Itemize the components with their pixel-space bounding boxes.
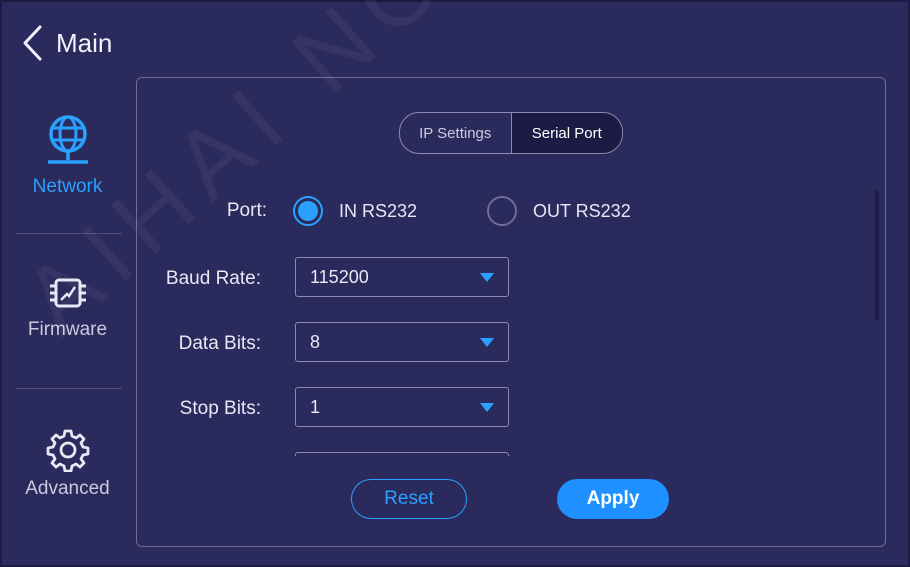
port-label: Port:	[226, 200, 267, 221]
sidebar-item-label: Network	[32, 176, 103, 197]
sidebar-item-network[interactable]: Network	[0, 114, 135, 198]
stop-bits-value: 1	[310, 396, 321, 417]
caret-down-icon	[480, 272, 494, 282]
tab-bar: IP Settings Serial Port	[399, 112, 623, 154]
gear-icon	[46, 429, 89, 472]
radio-in-rs232[interactable]: IN RS232	[293, 196, 417, 226]
sidebar-item-advanced[interactable]: Advanced	[0, 428, 135, 500]
tab-serial-port[interactable]: Serial Port	[510, 113, 622, 153]
sidebar-item-firmware[interactable]: Firmware	[0, 273, 135, 341]
sidebar-divider	[16, 388, 122, 389]
scrollbar[interactable]	[875, 190, 879, 320]
baud-rate-label: Baud Rate:	[165, 268, 261, 289]
stop-bits-select[interactable]: 1	[295, 387, 509, 427]
radio-label: IN RS232	[339, 200, 418, 221]
caret-down-icon	[480, 402, 494, 412]
radio-label: OUT RS232	[533, 200, 631, 221]
sidebar-item-label: Advanced	[25, 478, 110, 499]
baud-rate-value: 115200	[310, 266, 369, 287]
baud-rate-select[interactable]: 115200	[295, 257, 509, 297]
radio-circle	[293, 196, 323, 226]
tab-ip-settings[interactable]: IP Settings	[400, 113, 511, 153]
radio-out-rs232[interactable]: OUT RS232	[487, 196, 631, 226]
apply-button[interactable]: Apply	[557, 479, 669, 519]
next-field-select-partial[interactable]	[295, 452, 509, 456]
data-bits-value: 8	[310, 331, 321, 352]
chip-icon	[49, 278, 86, 308]
data-bits-select[interactable]: 8	[295, 322, 509, 362]
sidebar-divider	[16, 233, 122, 234]
stop-bits-label: Stop Bits:	[179, 398, 261, 419]
globe-network-icon	[47, 115, 88, 164]
reset-button[interactable]: Reset	[351, 479, 467, 519]
back-button[interactable]: Main	[20, 24, 112, 62]
data-bits-label: Data Bits:	[178, 333, 261, 354]
caret-down-icon	[480, 337, 494, 347]
sidebar-item-label: Firmware	[27, 319, 108, 340]
settings-panel: IP Settings Serial Port Port: IN RS232 O…	[136, 77, 886, 547]
chevron-left-icon	[23, 25, 42, 61]
page-title: Main	[56, 27, 113, 58]
radio-circle	[487, 196, 517, 226]
